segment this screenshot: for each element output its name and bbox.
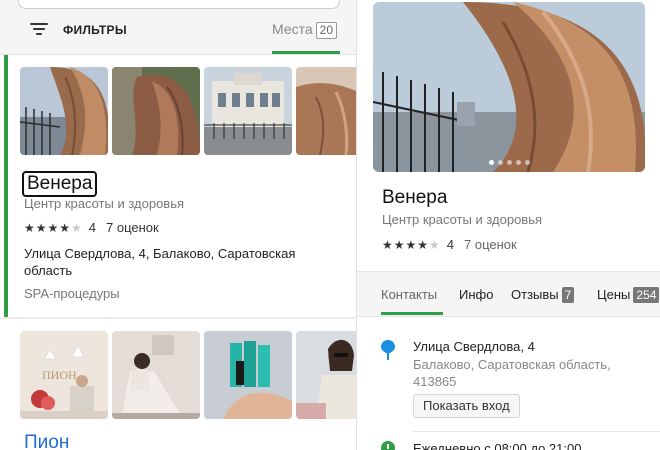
prices-badge: 254 xyxy=(633,287,660,303)
place-name-link[interactable]: Пион xyxy=(24,432,69,450)
gallery-dot[interactable] xyxy=(506,160,512,165)
show-entrance-button[interactable]: Показать вход xyxy=(413,394,520,418)
gallery-pagination xyxy=(373,160,645,165)
detail-tabs: Контакты Инфо Отзывы 7 Цены 254 xyxy=(357,271,660,317)
address-city: Балаково, Саратовская область, 413865 xyxy=(413,357,611,389)
photo-thumb[interactable]: ПИОН xyxy=(20,331,108,419)
photo-thumb[interactable] xyxy=(204,67,292,155)
place-name-link[interactable]: Венера xyxy=(22,171,98,197)
salon-sign-text: ПИОН xyxy=(42,368,77,382)
filter-bar: ФИЛЬТРЫ Места 20 xyxy=(0,14,356,54)
star-rating-icon: ★★★★★ xyxy=(24,220,83,235)
photo-thumb[interactable] xyxy=(296,67,356,155)
gallery-dot[interactable] xyxy=(497,160,503,165)
tab-contacts-underline xyxy=(381,312,443,315)
reviews-badge: 7 xyxy=(561,287,575,303)
place-title: Венера xyxy=(382,187,448,208)
reviews-count[interactable]: 7 оценок xyxy=(106,220,159,235)
photo-thumb[interactable] xyxy=(112,331,200,419)
divider xyxy=(413,431,660,432)
search-results-panel: ФИЛЬТРЫ Места 20 Венера Центр красоты и … xyxy=(0,0,356,450)
places-count-badge: 20 xyxy=(315,22,338,39)
place-detail-panel: Венера Центр красоты и здоровья ★★★★★ 4 … xyxy=(356,0,660,450)
gallery-dot[interactable] xyxy=(515,160,521,165)
selected-indicator xyxy=(4,55,8,317)
place-category: Центр красоты и здоровья xyxy=(382,212,543,227)
rating-score: 4 xyxy=(446,237,455,252)
gallery-dot[interactable] xyxy=(488,160,494,165)
address-street: Улица Свердлова, 4 xyxy=(413,339,535,354)
star-rating-icon: ★★★★★ xyxy=(382,237,441,252)
place-category: Центр красоты и здоровья xyxy=(24,196,185,211)
tab-contacts[interactable]: Контакты xyxy=(381,287,437,302)
photo-thumb[interactable] xyxy=(296,331,356,419)
photo-strip: ПИОН xyxy=(20,331,356,419)
photo-thumb[interactable] xyxy=(20,67,108,155)
tab-places-label: Места xyxy=(272,21,313,37)
location-pin-icon xyxy=(381,340,395,360)
tab-prices[interactable]: Цены 254 xyxy=(597,287,660,303)
tab-prices-label: Цены xyxy=(597,287,631,302)
place-rating: ★★★★★ 4 7 оценок xyxy=(24,220,159,235)
gallery-dot[interactable] xyxy=(524,160,530,165)
filter-icon[interactable] xyxy=(30,23,48,37)
clock-icon xyxy=(381,441,395,450)
place-service: SPA-процедуры xyxy=(24,286,120,301)
working-hours[interactable]: Ежедневно с 08:00 до 21:00 xyxy=(413,441,581,450)
photo-thumb[interactable] xyxy=(204,331,292,419)
tab-info[interactable]: Инфо xyxy=(459,287,493,302)
filters-button[interactable]: ФИЛЬТРЫ xyxy=(63,23,127,37)
place-photo-gallery[interactable] xyxy=(373,2,645,172)
result-card-pion[interactable]: ПИОН Пион xyxy=(0,319,356,450)
photo-thumb[interactable] xyxy=(112,67,200,155)
place-rating: ★★★★★ 4 7 оценок xyxy=(382,237,517,252)
tab-reviews[interactable]: Отзывы 7 xyxy=(511,287,575,303)
rating-score: 4 xyxy=(88,220,97,235)
place-address: Улица Свердлова, 4, Балаково, Саратовска… xyxy=(24,246,296,278)
reviews-count[interactable]: 7 оценок xyxy=(464,237,517,252)
tab-places[interactable]: Места 20 xyxy=(272,21,338,39)
tab-reviews-label: Отзывы xyxy=(511,287,559,302)
search-box-edge[interactable] xyxy=(18,0,340,9)
photo-strip xyxy=(20,67,356,155)
result-card-venera[interactable]: Венера Центр красоты и здоровья ★★★★★ 4 … xyxy=(0,55,356,317)
